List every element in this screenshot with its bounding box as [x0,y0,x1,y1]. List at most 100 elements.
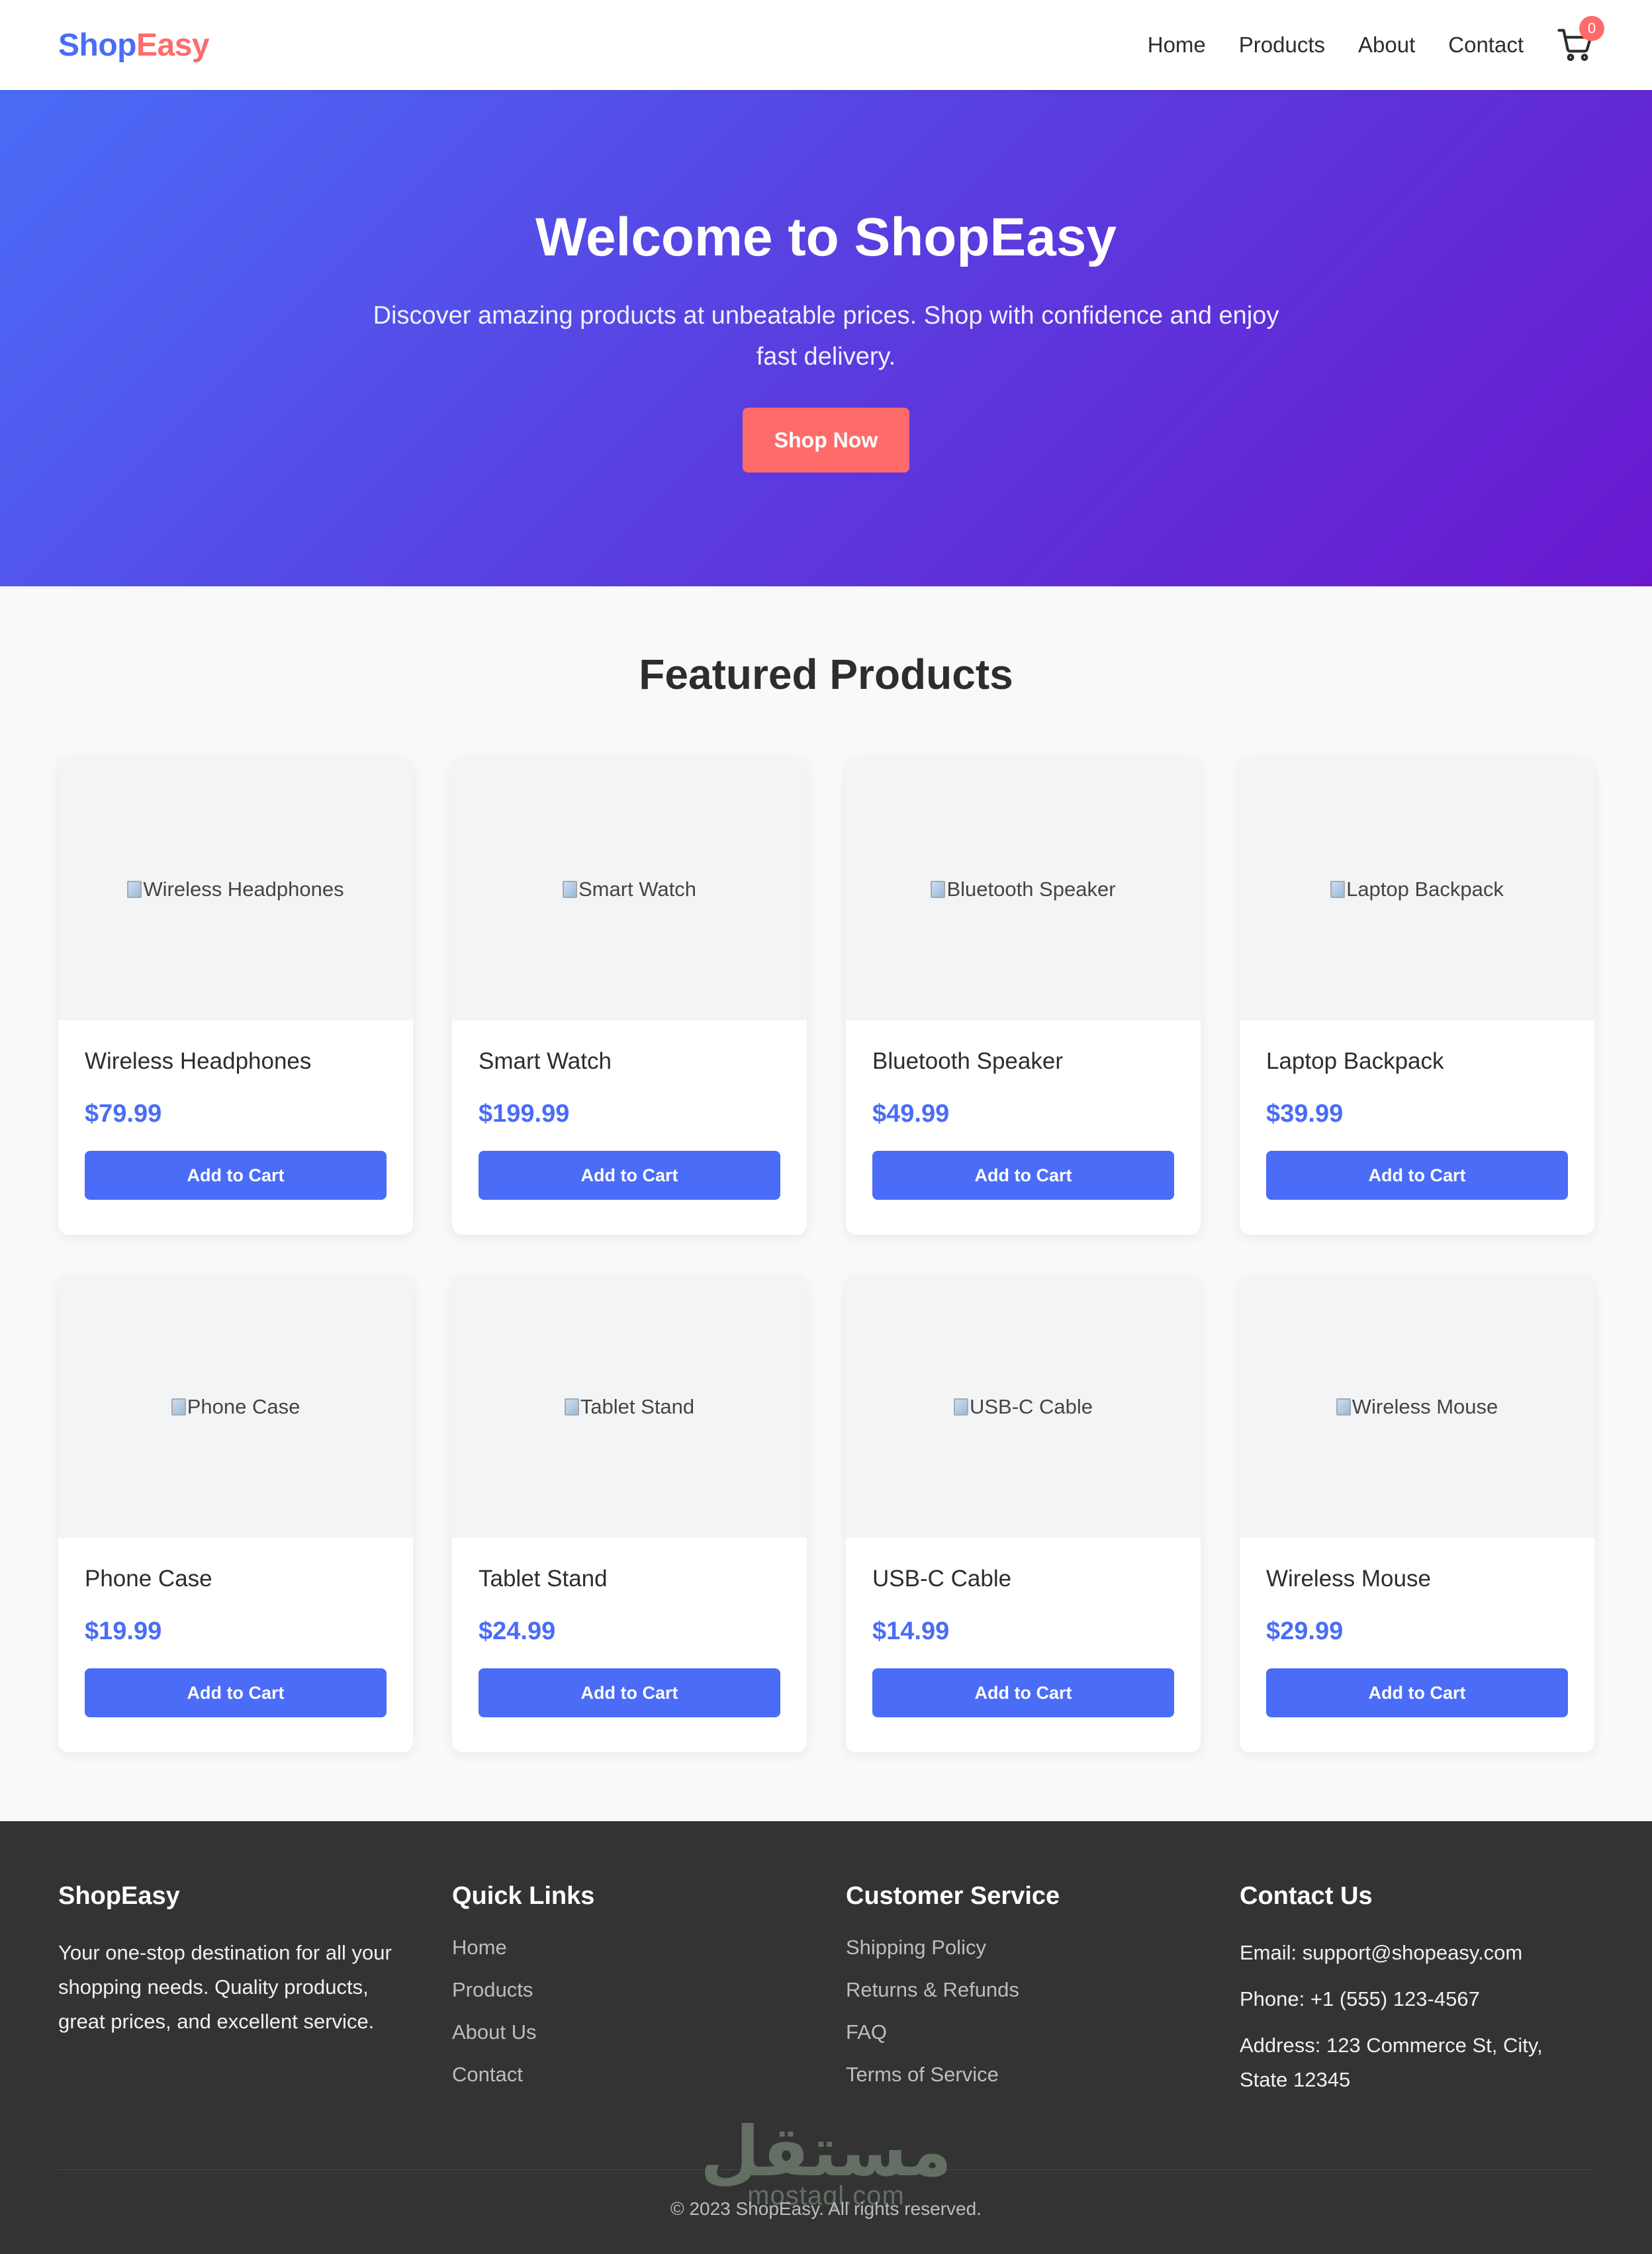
footer-link-terms-of-service[interactable]: Terms of Service [846,2063,1201,2087]
product-price: $199.99 [479,1100,570,1128]
broken-image-icon [1336,1398,1351,1416]
product-image[interactable]: Bluetooth Speaker [846,758,1201,1020]
footer-contact-column: Contact Us Email: support@shopeasy.com P… [1240,1882,1594,2109]
product-card: Wireless Headphones Wireless Headphones $… [58,758,413,1235]
product-name: Tablet Stand [479,1566,608,1592]
product-image[interactable]: Wireless Mouse [1240,1276,1594,1538]
product-card: Laptop Backpack Laptop Backpack $39.99 Add… [1240,758,1594,1235]
product-name: Wireless Mouse [1266,1566,1431,1592]
product-card: USB-C Cable USB-C Cable $14.99 Add to Cart [846,1276,1201,1752]
hero-title: Welcome to ShopEasy [535,207,1117,267]
cart-count-badge: 0 [1579,16,1604,41]
broken-image-icon [563,881,577,898]
footer-link-faq[interactable]: FAQ [846,2020,1201,2044]
product-card: Tablet Stand Tablet Stand $24.99 Add to Ca… [452,1276,807,1752]
hero-subtitle: Discover amazing products at unbeatable … [373,302,1279,371]
add-to-cart-button[interactable]: Add to Cart [1266,1151,1568,1200]
product-card: Phone Case Phone Case $19.99 Add to Cart [58,1276,413,1752]
product-image[interactable]: Smart Watch [452,758,807,1020]
nav-contact-link[interactable]: Contact [1448,32,1524,58]
footer-about-title: ShopEasy [58,1882,180,1910]
product-price: $39.99 [1266,1100,1344,1128]
footer-divider [58,2169,1594,2170]
image-alt-text: Smart Watch [578,878,696,901]
footer-customer-service-title: Customer Service [846,1882,1060,1910]
add-to-cart-button[interactable]: Add to Cart [872,1668,1174,1717]
product-price: $29.99 [1266,1617,1344,1645]
broken-image-icon [1330,881,1346,898]
main-nav: Home Products About Contact 0 [1148,16,1604,64]
product-card: Bluetooth Speaker Bluetooth Speaker $49.9… [846,758,1201,1235]
image-alt-text: Tablet Stand [580,1395,695,1418]
footer-columns: ShopEasy Your one-stop destination for a… [58,1882,1594,2109]
product-card: Smart Watch Smart Watch $199.99 Add to Car… [452,758,807,1235]
logo-easy-text: Easy [136,27,210,63]
mostaql-watermark: مستقل mostaql.com [0,2114,1652,2211]
product-image[interactable]: Phone Case [58,1276,413,1538]
site-header: ShopEasy Home Products About Contact 0 [0,0,1652,90]
add-to-cart-button[interactable]: Add to Cart [479,1151,780,1200]
product-image[interactable]: USB-C Cable [846,1276,1201,1538]
add-to-cart-button[interactable]: Add to Cart [872,1151,1174,1200]
product-price: $19.99 [85,1617,162,1645]
cart-button[interactable]: 0 [1557,16,1604,64]
product-name: Bluetooth Speaker [872,1048,1063,1074]
featured-products-section: Featured Products Wireless Headphones Wi… [0,650,1652,1752]
footer-link-products[interactable]: Products [452,1978,807,2002]
footer-link-shipping-policy[interactable]: Shipping Policy [846,1936,1201,1960]
add-to-cart-button[interactable]: Add to Cart [1266,1668,1568,1717]
contact-address: Address: 123 Commerce St, City, State 12… [1240,2034,1543,2091]
section-title: Featured Products [639,651,1013,698]
footer-link-returns-refunds[interactable]: Returns & Refunds [846,1978,1201,2002]
image-alt-text: Phone Case [187,1395,300,1418]
footer-customer-service-column: Customer Service Shipping Policy Returns… [846,1882,1201,2109]
copyright-text: © 2023 ShopEasy. All rights reserved. [670,2198,982,2219]
image-alt-text: Wireless Headphones [143,878,344,901]
footer-link-about-us[interactable]: About Us [452,2020,807,2044]
add-to-cart-button[interactable]: Add to Cart [85,1151,387,1200]
footer-quick-links-column: Quick Links Home Products About Us Conta… [452,1882,807,2109]
add-to-cart-button[interactable]: Add to Cart [479,1668,780,1717]
product-name: Wireless Headphones [85,1048,312,1074]
hero-banner: Welcome to ShopEasy Discover amazing pro… [0,90,1652,586]
product-image[interactable]: Laptop Backpack [1240,758,1594,1020]
contact-email: Email: support@shopeasy.com [1240,1941,1523,1964]
contact-phone: Phone: +1 (555) 123-4567 [1240,1987,1480,2010]
image-alt-text: USB-C Cable [969,1395,1093,1418]
product-name: Laptop Backpack [1266,1048,1444,1074]
image-alt-text: Wireless Mouse [1352,1395,1498,1418]
image-alt-text: Bluetooth Speaker [946,878,1116,901]
product-image[interactable]: Wireless Headphones [58,758,413,1020]
product-name: Smart Watch [479,1048,612,1074]
product-grid: Wireless Headphones Wireless Headphones $… [58,758,1594,1752]
product-price: $14.99 [872,1617,950,1645]
site-footer: ShopEasy Your one-stop destination for a… [0,1821,1652,2254]
broken-image-icon [127,881,142,898]
product-card: Wireless Mouse Wireless Mouse $29.99 Add t… [1240,1276,1594,1752]
product-price: $79.99 [85,1100,162,1128]
footer-contact-title: Contact Us [1240,1882,1373,1910]
shop-now-button[interactable]: Shop Now [743,408,909,473]
product-price: $49.99 [872,1100,950,1128]
broken-image-icon [564,1398,579,1416]
broken-image-icon [171,1398,186,1416]
broken-image-icon [931,881,946,898]
product-image[interactable]: Tablet Stand [452,1276,807,1538]
product-price: $24.99 [479,1617,556,1645]
product-name: Phone Case [85,1566,212,1592]
watermark-arabic-text: مستقل [700,2114,952,2190]
footer-about-text: Your one-stop destination for all your s… [58,1941,392,2033]
product-name: USB-C Cable [872,1566,1012,1592]
broken-image-icon [953,1398,968,1416]
nav-about-link[interactable]: About [1358,32,1415,58]
image-alt-text: Laptop Backpack [1346,878,1504,901]
nav-home-link[interactable]: Home [1148,32,1206,58]
footer-link-contact[interactable]: Contact [452,2063,807,2087]
logo-shop-text: Shop [58,27,136,63]
footer-link-home[interactable]: Home [452,1936,807,1960]
add-to-cart-button[interactable]: Add to Cart [85,1668,387,1717]
logo[interactable]: ShopEasy [58,27,210,64]
footer-about-column: ShopEasy Your one-stop destination for a… [58,1882,413,2109]
nav-products-link[interactable]: Products [1239,32,1325,58]
footer-quick-links-title: Quick Links [452,1882,595,1910]
